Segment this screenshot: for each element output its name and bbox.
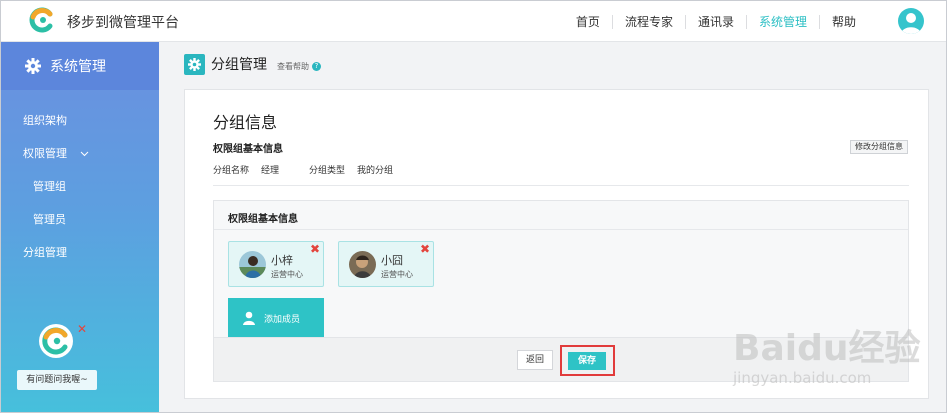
page-header: 分组管理 查看帮助 ?: [184, 53, 321, 75]
edit-group-button[interactable]: 修改分组信息: [850, 140, 908, 154]
sidebar-item-label: 权限管理: [23, 147, 67, 160]
sidebar-item-label: 管理员: [33, 213, 66, 226]
member-dept: 运营中心: [271, 270, 303, 279]
panel-title: 权限组基本信息: [228, 214, 298, 225]
members-panel: 权限组基本信息 小梓 运营中心 ✖ 小囧 运营中心 ✖ 添加成员 返回 保存: [213, 200, 909, 382]
member-card[interactable]: 小囧 运营中心 ✖: [338, 241, 434, 287]
nav-help[interactable]: 帮助: [818, 14, 868, 29]
group-name-value: 经理: [261, 166, 280, 176]
chevron-down-icon: [80, 151, 88, 157]
assistant-logo-icon[interactable]: [39, 324, 73, 358]
divider: [214, 229, 908, 230]
top-bar: 移步到微管理平台 首页 流程专家 通讯录 系统管理 帮助: [1, 1, 946, 42]
help-link-label: 查看帮助: [277, 61, 309, 71]
app-window: 移步到微管理平台 首页 流程专家 通讯录 系统管理 帮助 系统管理 组织架构 权…: [0, 0, 947, 413]
section-title: 分组信息: [213, 113, 278, 132]
group-type-label: 分组类型: [309, 166, 346, 176]
back-button[interactable]: 返回: [517, 350, 553, 370]
sidebar-item-group-management[interactable]: 分组管理: [1, 236, 159, 269]
section-subtitle: 权限组基本信息: [213, 144, 283, 155]
sidebar-item-permission-management[interactable]: 权限管理: [1, 137, 159, 170]
divider: [213, 185, 909, 186]
add-member-button[interactable]: 添加成员: [228, 298, 324, 338]
top-nav: 首页 流程专家 通讯录 系统管理 帮助: [564, 1, 868, 42]
gear-icon: [25, 58, 41, 74]
sidebar-item-label: 分组管理: [23, 246, 67, 259]
save-highlight: 保存: [560, 345, 615, 376]
nav-home[interactable]: 首页: [564, 15, 612, 29]
person-icon: [243, 311, 255, 325]
sidebar-item-admin-groups[interactable]: 管理组: [1, 170, 159, 203]
app-title: 移步到微管理平台: [67, 15, 179, 31]
sidebar-item-label: 组织架构: [23, 114, 67, 127]
gear-icon: [184, 53, 205, 75]
group-name-label: 分组名称: [213, 166, 250, 176]
sidebar-header: 系统管理: [1, 42, 159, 90]
save-button[interactable]: 保存: [568, 352, 606, 370]
close-icon[interactable]: ✕: [77, 322, 87, 336]
nav-contacts[interactable]: 通讯录: [684, 14, 746, 29]
group-info-card: 分组信息 权限组基本信息 修改分组信息 分组名称 经理 分组类型 我的分组 权限…: [184, 89, 929, 399]
member-name: 小梓: [271, 254, 293, 267]
assistant-bubble[interactable]: 有问题问我喔~: [17, 370, 97, 390]
remove-icon[interactable]: ✖: [420, 242, 430, 256]
sidebar-item-label: 管理组: [33, 180, 66, 193]
question-icon: ?: [312, 61, 321, 71]
member-card[interactable]: 小梓 运营中心 ✖: [228, 241, 324, 287]
member-dept: 运营中心: [381, 270, 413, 279]
member-name: 小囧: [381, 254, 403, 267]
sidebar-item-org-structure[interactable]: 组织架构: [1, 104, 159, 137]
action-bar: 返回 保存: [214, 337, 908, 381]
add-member-label: 添加成员: [264, 314, 301, 325]
page-title: 分组管理: [211, 57, 267, 73]
user-icon: [901, 13, 921, 34]
member-avatar: [349, 251, 376, 278]
remove-icon[interactable]: ✖: [310, 242, 320, 256]
nav-workflow-expert[interactable]: 流程专家: [611, 14, 685, 29]
sidebar: 系统管理 组织架构 权限管理 管理组 管理员 分组管理 ✕ 有问题问我喔~: [1, 42, 159, 412]
help-link[interactable]: 查看帮助 ?: [277, 61, 321, 72]
user-avatar[interactable]: [898, 8, 924, 34]
member-avatar: [239, 251, 266, 278]
sidebar-menu: 组织架构 权限管理 管理组 管理员 分组管理: [1, 104, 159, 269]
sidebar-title: 系统管理: [50, 59, 106, 75]
sidebar-item-admins[interactable]: 管理员: [1, 203, 159, 236]
group-type-value: 我的分组: [357, 166, 394, 176]
app-logo-icon: [29, 7, 55, 33]
nav-system-management[interactable]: 系统管理: [745, 14, 819, 29]
group-fields: 分组名称 经理 分组类型 我的分组: [213, 163, 405, 176]
